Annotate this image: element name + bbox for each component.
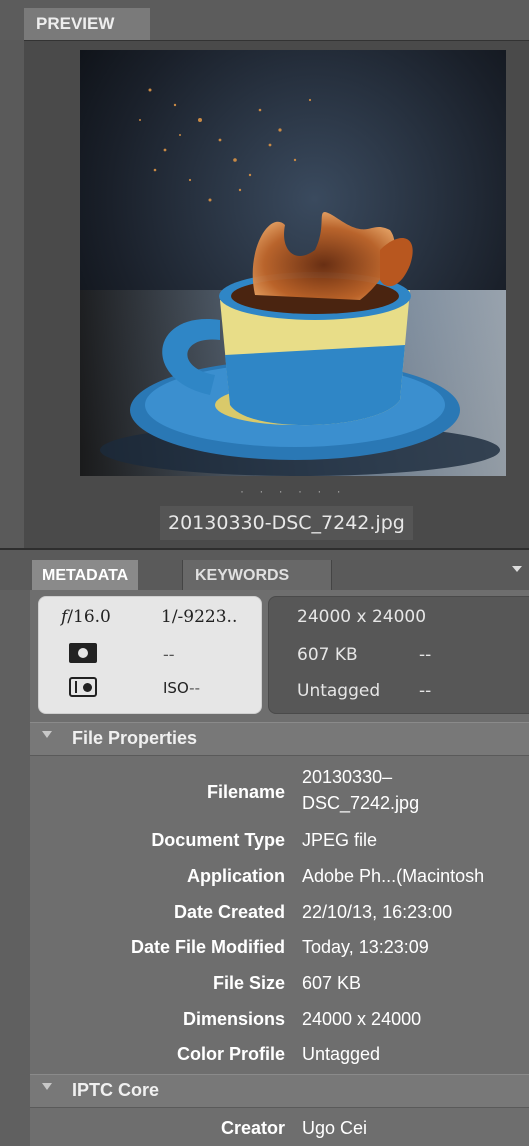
color-profile-value[interactable]: Untagged — [302, 1044, 380, 1065]
iso-value: -- — [189, 679, 200, 697]
file-summary-box: 24000 x 24000 607 KB -- Untagged -- — [268, 596, 529, 714]
file-properties-header[interactable]: File Properties — [30, 722, 529, 756]
application-label: Application — [187, 866, 285, 886]
disclosure-triangle-icon[interactable] — [42, 731, 52, 738]
preview-image[interactable] — [80, 50, 506, 476]
date-modified-label: Date File Modified — [130, 937, 285, 957]
panel-edge — [0, 40, 24, 548]
summary-file-size: 607 KB — [297, 645, 358, 665]
section-title: IPTC Core — [72, 1080, 160, 1100]
tab-metadata[interactable]: METADATA — [32, 560, 139, 592]
summary-dimensions: 24000 x 24000 — [297, 607, 427, 627]
date-modified-value[interactable]: Today, 13:23:09 — [302, 937, 429, 958]
document-type-label: Document Type — [151, 830, 285, 850]
shutter-speed: 1/-9223.. — [161, 607, 238, 627]
disclosure-triangle-icon[interactable] — [42, 1083, 52, 1090]
color-profile-label: Color Profile — [176, 1044, 285, 1064]
tab-keywords[interactable]: KEYWORDS — [182, 560, 332, 592]
coffee-splash-photo — [80, 50, 506, 476]
filename-value[interactable]: 20130330– DSC_7242.jpg — [302, 764, 419, 816]
dimensions-value[interactable]: 24000 x 24000 — [302, 1009, 421, 1030]
aperture: f/16.0 — [61, 607, 111, 627]
metadata-tab-bar: METADATA KEYWORDS — [0, 548, 529, 592]
application-value[interactable]: Adobe Ph...(Macintosh — [302, 866, 484, 887]
tab-preview[interactable]: PREVIEW — [24, 8, 150, 40]
panel-menu-icon[interactable] — [512, 566, 522, 572]
exposure-mode-icon — [69, 677, 97, 697]
summary-color-extra: -- — [419, 681, 432, 701]
metering-icon — [69, 643, 97, 663]
file-size-value[interactable]: 607 KB — [302, 973, 361, 994]
panel-edge — [0, 590, 30, 1146]
file-size-label: File Size — [212, 973, 285, 993]
dimensions-label: Dimensions — [182, 1009, 285, 1029]
metering-value: -- — [163, 645, 175, 665]
preview-filename-label: 20130330-DSC_7242.jpg — [160, 506, 413, 540]
section-title: File Properties — [72, 728, 198, 748]
iso: ISO-- — [163, 679, 200, 697]
date-created-label: Date Created — [173, 902, 285, 922]
summary-color-profile: Untagged — [297, 681, 381, 701]
creator-label: Creator — [220, 1118, 285, 1138]
aperture-value: /16.0 — [67, 607, 111, 627]
preview-page-dots: · · · · · · — [240, 484, 347, 498]
filename-label: Filename — [206, 782, 285, 802]
camera-data-box: f/16.0 1/-9223.. -- ISO-- — [38, 596, 262, 714]
creator-value[interactable]: Ugo Cei — [302, 1118, 367, 1139]
document-type-value[interactable]: JPEG file — [302, 830, 377, 851]
iptc-core-header[interactable]: IPTC Core — [30, 1074, 529, 1108]
summary-size-extra: -- — [419, 645, 432, 665]
preview-tab-bar: PREVIEW — [0, 0, 529, 41]
iso-label: ISO — [163, 679, 190, 697]
date-created-value[interactable]: 22/10/13, 16:23:00 — [302, 902, 452, 923]
